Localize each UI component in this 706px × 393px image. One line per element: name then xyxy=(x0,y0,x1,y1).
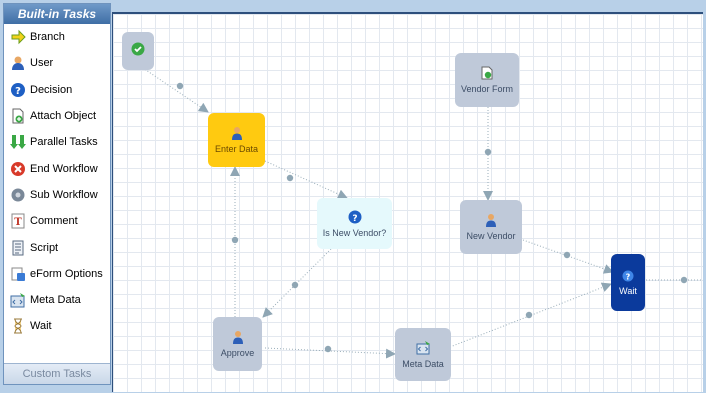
meta-data-icon xyxy=(416,340,430,355)
question-icon: ? xyxy=(348,210,362,224)
task-node-meta-data[interactable]: Meta Data xyxy=(395,328,451,381)
palette-item-script[interactable]: Script xyxy=(4,234,110,260)
user-icon xyxy=(232,330,244,344)
svg-text:?: ? xyxy=(352,214,357,224)
connector-dot xyxy=(324,345,332,353)
palette-item-label: Script xyxy=(30,241,59,254)
palette-item-label: eForm Options xyxy=(30,267,103,280)
decision-node-is-new-vendor[interactable]: ? Is New Vendor? xyxy=(317,198,392,249)
palette-item-decision[interactable]: ? Decision xyxy=(4,77,110,103)
question-icon: ? xyxy=(10,82,26,98)
palette-item-wait[interactable]: Wait xyxy=(4,313,110,339)
svg-text:?: ? xyxy=(15,86,21,97)
palette-item-label: End Workflow xyxy=(30,162,98,175)
palette-item-end-workflow[interactable]: End Workflow xyxy=(4,155,110,181)
palette-item-sub-workflow[interactable]: Sub Workflow xyxy=(4,182,110,208)
user-icon xyxy=(485,213,497,227)
workflow-canvas[interactable]: Enter Data Vendor Form ? Is New Vendor? … xyxy=(112,12,703,392)
palette-item-label: Meta Data xyxy=(30,294,81,307)
custom-tasks-tab[interactable]: Custom Tasks xyxy=(4,363,110,384)
svg-text:T: T xyxy=(14,217,22,228)
connector-dot xyxy=(231,236,239,244)
palette-item-branch[interactable]: Branch xyxy=(4,24,110,50)
sub-workflow-icon xyxy=(10,187,26,203)
task-node-new-vendor[interactable]: New Vendor xyxy=(460,200,522,254)
attach-object-icon xyxy=(481,66,493,80)
palette-item-comment[interactable]: T Comment xyxy=(4,208,110,234)
node-label: Approve xyxy=(220,348,255,358)
question-icon: ? xyxy=(622,270,634,282)
script-icon xyxy=(10,240,26,256)
palette-item-label: Wait xyxy=(30,320,52,333)
node-label: Wait xyxy=(619,285,637,296)
palette-item-label: Branch xyxy=(30,31,65,44)
palette-item-label: Decision xyxy=(30,83,73,96)
palette-item-eform-options[interactable]: eForm Options xyxy=(4,261,110,287)
connector-dot xyxy=(176,82,184,90)
connector-dot xyxy=(525,311,533,319)
svg-text:?: ? xyxy=(626,272,631,281)
palette-item-parallel-tasks[interactable]: Parallel Tasks xyxy=(4,129,110,155)
connector-enter-decision xyxy=(264,160,348,199)
start-check-icon xyxy=(131,42,145,56)
palette-item-meta-data[interactable]: Meta Data xyxy=(4,287,110,313)
connector-dot xyxy=(286,174,294,182)
node-label: Vendor Form xyxy=(460,84,514,94)
palette-item-label: Attach Object xyxy=(30,110,97,123)
meta-data-icon xyxy=(10,292,26,308)
connector-dot xyxy=(484,148,492,156)
task-node-vendor-form[interactable]: Vendor Form xyxy=(455,53,519,107)
node-label: Meta Data xyxy=(402,358,444,369)
attach-object-icon xyxy=(10,108,26,124)
palette-item-label: Parallel Tasks xyxy=(30,136,98,149)
user-icon xyxy=(231,126,243,140)
palette-item-label: User xyxy=(30,57,54,70)
comment-icon: T xyxy=(10,213,26,229)
task-node-enter-data[interactable]: Enter Data xyxy=(208,113,265,167)
branch-arrow-icon xyxy=(10,29,26,45)
connector-dot xyxy=(291,281,299,289)
connector-dot xyxy=(563,251,571,259)
workflow-start-node[interactable] xyxy=(122,32,154,70)
node-label: Enter Data xyxy=(214,144,259,154)
built-in-tasks-palette: Built-in Tasks Branch User ? Decision At… xyxy=(3,3,111,385)
task-node-wait[interactable]: ? Wait xyxy=(611,254,645,311)
task-node-approve[interactable]: Approve xyxy=(213,317,262,371)
hourglass-icon xyxy=(10,318,26,334)
palette-title: Built-in Tasks xyxy=(4,4,110,24)
connector-dot xyxy=(680,276,688,284)
palette-item-label: Sub Workflow xyxy=(30,188,98,201)
palette-item-user[interactable]: User xyxy=(4,50,110,76)
node-label: New Vendor xyxy=(466,231,516,241)
palette-item-attach-object[interactable]: Attach Object xyxy=(4,103,110,129)
palette-item-label: Comment xyxy=(30,215,78,228)
eform-options-icon xyxy=(10,266,26,282)
node-label: Is New Vendor? xyxy=(322,227,387,238)
user-icon xyxy=(10,55,26,71)
connector-start-enter xyxy=(139,65,209,113)
parallel-tasks-icon xyxy=(10,134,26,150)
end-workflow-icon xyxy=(10,161,26,177)
